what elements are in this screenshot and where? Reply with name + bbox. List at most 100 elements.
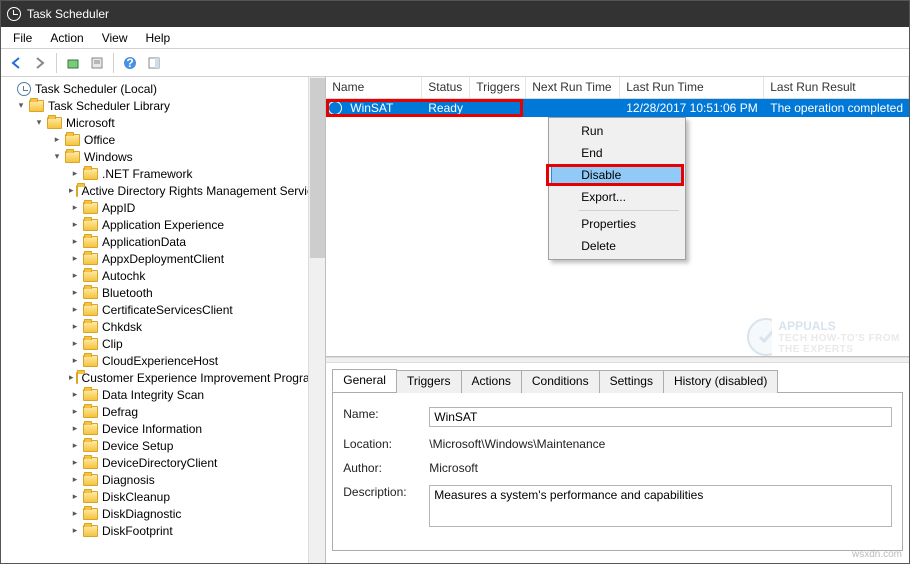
tab-triggers[interactable]: Triggers [396, 370, 462, 393]
ctx-end[interactable]: End [551, 142, 683, 164]
expand-icon[interactable] [69, 185, 74, 197]
up-button[interactable] [62, 52, 84, 74]
tree-folder[interactable]: .NET Framework [1, 165, 325, 182]
tree-scrollbar[interactable] [308, 77, 325, 563]
tree-folder[interactable]: ApplicationData [1, 233, 325, 250]
task-list: Name Status Triggers Next Run Time Last … [326, 77, 909, 357]
expand-icon[interactable] [69, 253, 81, 265]
tree-folder[interactable]: Customer Experience Improvement Program [1, 369, 325, 386]
properties-button[interactable] [86, 52, 108, 74]
tree-folder[interactable]: Application Experience [1, 216, 325, 233]
tree-label: Bluetooth [102, 286, 153, 300]
tree-folder[interactable]: Diagnosis [1, 471, 325, 488]
menu-file[interactable]: File [5, 29, 40, 47]
expand-icon[interactable] [15, 100, 27, 112]
tree-label: CertificateServicesClient [102, 303, 233, 317]
expand-icon[interactable] [69, 321, 81, 333]
tree-office[interactable]: Office [1, 131, 325, 148]
menu-view[interactable]: View [94, 29, 136, 47]
expand-icon[interactable] [69, 508, 81, 520]
tree-folder[interactable]: DiskCleanup [1, 488, 325, 505]
col-lastrun[interactable]: Last Run Time [620, 77, 764, 98]
tree-folder[interactable]: AppID [1, 199, 325, 216]
action-pane-toggle[interactable] [143, 52, 165, 74]
col-status[interactable]: Status [422, 77, 470, 98]
expand-icon[interactable] [51, 134, 63, 146]
tree-folder[interactable]: AppxDeploymentClient [1, 250, 325, 267]
tab-conditions[interactable]: Conditions [521, 370, 600, 393]
help-button[interactable]: ? [119, 52, 141, 74]
tree-folder[interactable]: CertificateServicesClient [1, 301, 325, 318]
tree-folder[interactable]: Device Setup [1, 437, 325, 454]
folder-icon [83, 253, 98, 265]
tree-folder[interactable]: Active Directory Rights Management Servi… [1, 182, 325, 199]
tree-folder[interactable]: Clip [1, 335, 325, 352]
col-lastresult[interactable]: Last Run Result [764, 77, 909, 98]
expand-icon[interactable] [51, 151, 63, 163]
tab-history[interactable]: History (disabled) [663, 370, 778, 393]
tree-label: Office [84, 133, 115, 147]
expand-icon[interactable] [69, 372, 74, 384]
context-menu: Run End Disable Export... Properties Del… [548, 117, 686, 260]
col-name[interactable]: Name [326, 77, 422, 98]
folder-icon [65, 151, 80, 163]
expand-icon[interactable] [69, 457, 81, 469]
tree-label: Application Experience [102, 218, 224, 232]
expand-icon[interactable] [33, 117, 45, 129]
tree-folder[interactable]: DiskFootprint [1, 522, 325, 539]
tree-folder[interactable]: CloudExperienceHost [1, 352, 325, 369]
col-nextrun[interactable]: Next Run Time [526, 77, 620, 98]
ctx-delete[interactable]: Delete [551, 235, 683, 257]
expand-icon[interactable] [69, 287, 81, 299]
ctx-run[interactable]: Run [551, 120, 683, 142]
folder-icon [83, 168, 98, 180]
tab-settings[interactable]: Settings [599, 370, 664, 393]
tree-folder[interactable]: Chkdsk [1, 318, 325, 335]
tree-library[interactable]: Task Scheduler Library [1, 97, 325, 114]
expand-icon[interactable] [69, 423, 81, 435]
tree-folder[interactable]: Autochk [1, 267, 325, 284]
tree-folder[interactable]: Data Integrity Scan [1, 386, 325, 403]
tree-folder[interactable]: DiskDiagnostic [1, 505, 325, 522]
expand-icon[interactable] [69, 355, 81, 367]
expand-icon[interactable] [69, 202, 81, 214]
folder-icon [47, 117, 62, 129]
expand-icon[interactable] [69, 168, 81, 180]
task-row-winsat[interactable]: WinSAT Ready 12/28/2017 10:51:06 PM The … [326, 99, 909, 117]
expand-icon[interactable] [69, 304, 81, 316]
task-description-field [429, 485, 892, 527]
col-triggers[interactable]: Triggers [470, 77, 526, 98]
forward-button[interactable] [29, 52, 51, 74]
expand-icon[interactable] [69, 338, 81, 350]
back-button[interactable] [5, 52, 27, 74]
tree-folder[interactable]: Defrag [1, 403, 325, 420]
tree-root[interactable]: Task Scheduler (Local) [1, 80, 325, 97]
scrollbar-thumb[interactable] [310, 78, 325, 258]
expand-icon[interactable] [69, 440, 81, 452]
expand-icon[interactable] [69, 389, 81, 401]
tree-pane[interactable]: Task Scheduler (Local) Task Scheduler Li… [1, 77, 326, 563]
folder-icon [83, 321, 98, 333]
expand-icon[interactable] [69, 491, 81, 503]
tree-folder[interactable]: Bluetooth [1, 284, 325, 301]
expand-icon[interactable] [69, 406, 81, 418]
expand-icon[interactable] [69, 474, 81, 486]
tab-general[interactable]: General [332, 369, 397, 392]
expand-icon[interactable] [69, 270, 81, 282]
ctx-separator [579, 210, 679, 211]
tree-folder[interactable]: Device Information [1, 420, 325, 437]
tree-microsoft[interactable]: Microsoft [1, 114, 325, 131]
tab-actions[interactable]: Actions [461, 370, 522, 393]
ctx-export[interactable]: Export... [551, 186, 683, 208]
menu-action[interactable]: Action [42, 29, 91, 47]
ctx-disable[interactable]: Disable [551, 164, 683, 186]
expand-icon[interactable] [69, 525, 81, 537]
tree-windows[interactable]: Windows [1, 148, 325, 165]
folder-icon [83, 440, 98, 452]
expand-icon[interactable] [69, 236, 81, 248]
tree-folder[interactable]: DeviceDirectoryClient [1, 454, 325, 471]
menu-help[interactable]: Help [138, 29, 179, 47]
task-name-field [429, 407, 892, 427]
ctx-properties[interactable]: Properties [551, 213, 683, 235]
expand-icon[interactable] [69, 219, 81, 231]
